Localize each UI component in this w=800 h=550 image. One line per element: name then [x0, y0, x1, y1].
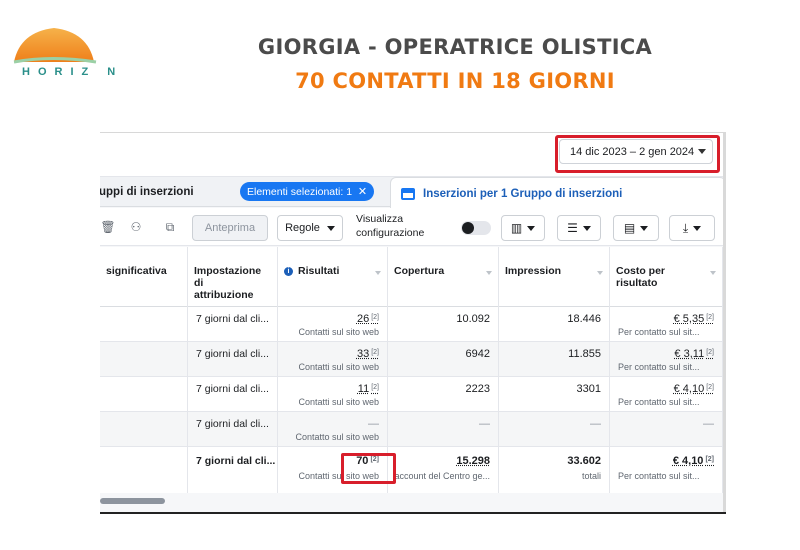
headline-subtitle: 70 CONTATTI IN 18 GIORNI: [295, 69, 615, 93]
ads-icon: [401, 187, 415, 200]
total-impressions-value: 33.602: [567, 455, 601, 467]
sort-icon[interactable]: [486, 271, 492, 275]
breakdown-icon: ☰: [567, 221, 578, 235]
horizontal-scrollbar[interactable]: [100, 498, 165, 504]
vertical-divider: [723, 133, 726, 512]
chevron-down-icon: [527, 225, 536, 231]
reach-value: 2223: [465, 383, 490, 395]
table-row[interactable]: 7 giorni dal cli... 26 [2] Contatti sul s…: [100, 307, 726, 342]
col-header-reach[interactable]: Copertura: [388, 247, 499, 307]
results-value[interactable]: 11 [2]: [358, 383, 379, 395]
tab-ads[interactable]: Inserzioni per 1 Gruppo di inserzioni: [390, 177, 726, 209]
table-row[interactable]: 7 giorni dal cli... 11 [2] Contatti sul s…: [100, 377, 726, 412]
toggle-knob: [462, 222, 474, 234]
cost-value: —: [703, 418, 714, 430]
tab-ads-label: Inserzioni per 1 Gruppo di inserzioni: [423, 187, 623, 200]
export-dropdown[interactable]: ⤓: [669, 215, 715, 241]
col-header-cost-per-result[interactable]: Costo per risultato: [610, 247, 723, 307]
reports-icon: ▤: [623, 221, 636, 235]
ads-manager-screenshot: 14 dic 2023 – 2 gen 2024 uppi di inserzi…: [100, 132, 726, 514]
toolbar: 🗑 ⚇ ⧉ Anteprima Regole Visualizza config…: [100, 208, 726, 246]
cost-value[interactable]: € 3,11 [2]: [674, 348, 714, 360]
tab-ad-sets-label: uppi di inserzioni: [100, 186, 194, 198]
col-header-impressions[interactable]: Impression: [499, 247, 610, 307]
table-row[interactable]: 7 giorni dal cli... — Contatto sul sito …: [100, 412, 726, 447]
view-setup-label: Visualizza configurazione: [356, 213, 425, 239]
impressions-value: 3301: [576, 383, 601, 395]
table-header: significativa Impostazione di attribuzio…: [100, 247, 726, 307]
close-icon[interactable]: ✕: [358, 185, 367, 198]
selected-items-pill[interactable]: Elementi selezionati: 1 ✕: [240, 182, 375, 201]
preview-button[interactable]: Anteprima: [192, 215, 268, 241]
col-header-results[interactable]: i Risultati: [278, 247, 388, 307]
view-setup-toggle[interactable]: [461, 221, 491, 235]
results-value[interactable]: 33 [2]: [357, 348, 379, 360]
reports-dropdown[interactable]: ▤: [613, 215, 659, 241]
table-row[interactable]: 7 giorni dal cli... 33 [2] Contatti sul s…: [100, 342, 726, 377]
date-highlight-box: [555, 135, 720, 173]
breakdown-dropdown[interactable]: ☰: [557, 215, 601, 241]
total-cost-value[interactable]: € 4,10 [2]: [673, 455, 714, 467]
trash-icon[interactable]: 🗑: [100, 219, 116, 235]
results-value[interactable]: 26 [2]: [357, 313, 379, 325]
users-icon[interactable]: ⚇: [128, 219, 144, 235]
chevron-down-icon: [326, 225, 335, 231]
sort-icon[interactable]: [375, 271, 381, 275]
cost-value[interactable]: € 4,10 [2]: [674, 383, 714, 395]
rules-label: Regole: [285, 222, 320, 234]
chevron-down-icon: [640, 225, 649, 231]
headline: GIORGIA - OPERATRICE OLISTICA 70 CONTATT…: [150, 35, 760, 93]
reach-value: 10.092: [456, 313, 490, 325]
columns-icon: ▥: [510, 221, 523, 235]
info-icon[interactable]: i: [284, 267, 293, 276]
total-reach-value[interactable]: 15.298: [456, 455, 490, 467]
comment-icon[interactable]: ⧉: [162, 219, 178, 235]
columns-dropdown[interactable]: ▥: [501, 215, 545, 241]
sort-icon[interactable]: [597, 271, 603, 275]
tabs-row: uppi di inserzioni Elementi selezionati:…: [100, 177, 726, 209]
rules-dropdown[interactable]: Regole: [277, 215, 343, 241]
reach-value: —: [479, 418, 490, 430]
results-value: —: [368, 418, 379, 430]
download-icon: ⤓: [682, 220, 689, 235]
selected-items-label: Elementi selezionati: 1: [247, 185, 353, 198]
cost-value[interactable]: € 5,35 [2]: [674, 313, 714, 325]
chevron-down-icon: [582, 225, 591, 231]
table-total-row: 7 giorni dal cli... 70 [2] Contatti sul s…: [100, 447, 726, 493]
impressions-value: 11.855: [568, 348, 601, 360]
col-header-quality[interactable]: significativa: [100, 247, 188, 307]
reach-value: 6942: [465, 348, 490, 360]
total-results-highlight-box: [341, 453, 396, 484]
date-bar: 14 dic 2023 – 2 gen 2024: [100, 133, 726, 177]
chevron-down-icon: [693, 225, 702, 231]
preview-button-label: Anteprima: [204, 222, 256, 234]
logo-text: HORIZ N: [22, 66, 124, 78]
results-table: significativa Impostazione di attribuzio…: [100, 247, 726, 493]
sort-icon[interactable]: [710, 271, 716, 275]
headline-title: GIORGIA - OPERATRICE OLISTICA: [257, 35, 653, 59]
impressions-value: 18.446: [567, 313, 601, 325]
col-header-attribution[interactable]: Impostazione di attribuzione: [188, 247, 278, 307]
horizon-logo: HORIZ N: [12, 22, 140, 84]
impressions-value: —: [590, 418, 601, 430]
